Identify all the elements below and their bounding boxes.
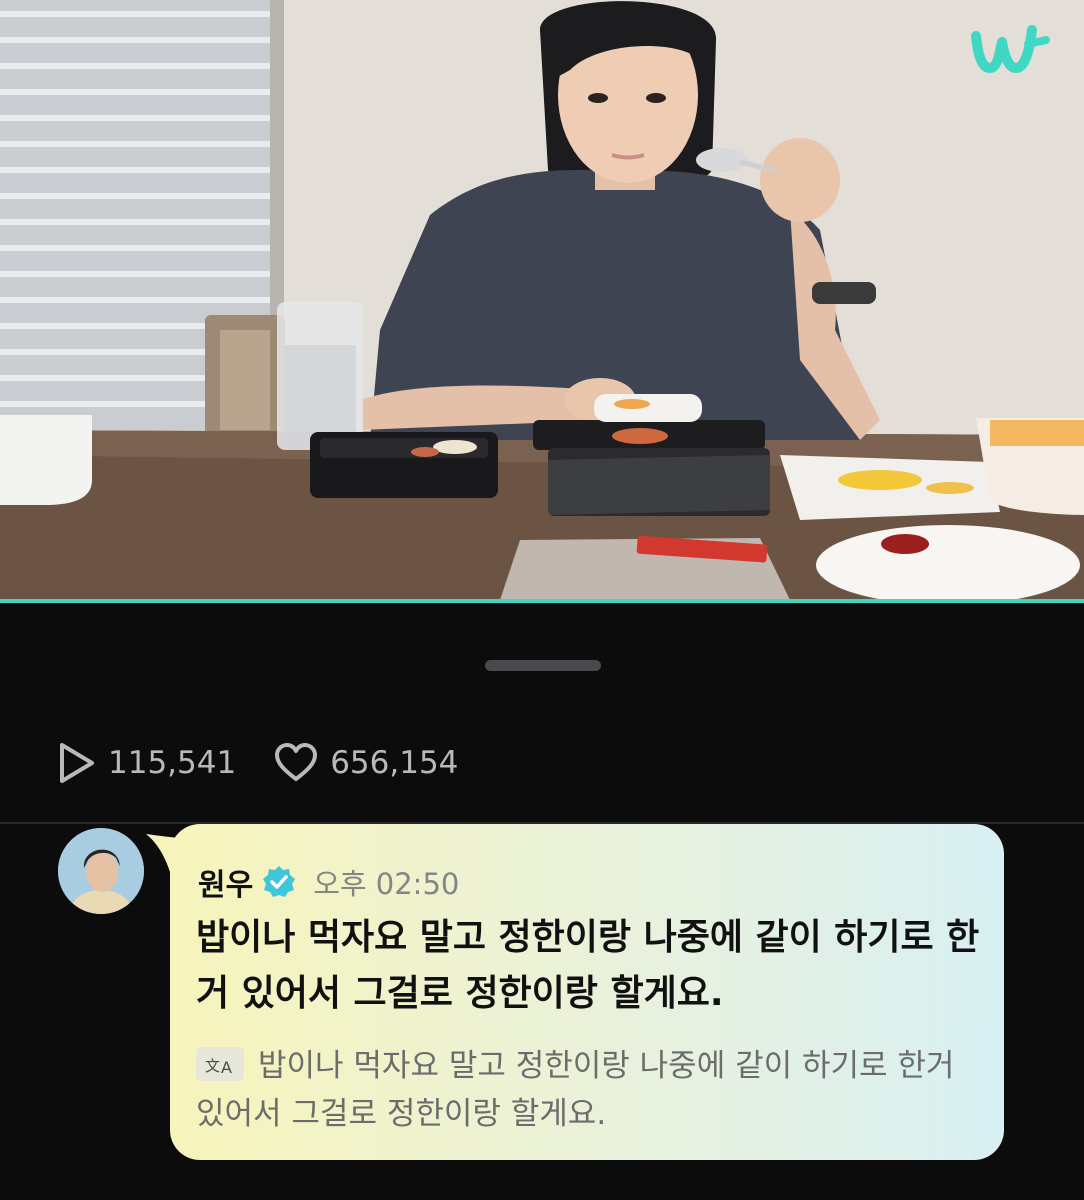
like-count[interactable]: 656,154 [274,743,458,783]
video-progress-bar[interactable] [0,599,1084,603]
play-icon [60,743,94,783]
like-count-value: 656,154 [330,745,459,781]
comment-meta: 원우 오후 02:50 [198,860,460,904]
play-count: 115,541 [56,741,236,785]
translation-text: 밥이나 먹자요 말고 정한이랑 나중에 같이 하기로 한거 있어서 그걸로 정한… [196,1048,955,1132]
verified-badge-icon [263,866,296,897]
comment-time: 오후 02:50 [313,867,460,901]
comment-translation[interactable]: 文 A 밥이나 먹자요 말고 정한이랑 나중에 같이 하기로 한거 있어서 그걸로 … [196,1042,986,1138]
video-frame [0,0,1084,603]
video-progress-fill [0,599,1084,603]
sheet-drag-handle[interactable] [485,660,601,671]
live-video-player[interactable] [0,0,1084,603]
avatar[interactable] [58,828,144,914]
bubble-tail [146,834,184,872]
comment-bubble: 원우 오후 02:50 밥이나 먹자요 말고 정한이랑 나중에 같이 하기로 한… [146,824,1004,1160]
comment-author[interactable]: 원우 [198,860,253,904]
comments-sheet: 115,541 656,154 원우 오후 02:50 밥이나 먹자요 말고 정… [0,606,1084,1200]
svg-text:文: 文 [205,1057,220,1075]
comment-message: 밥이나 먹자요 말고 정한이랑 나중에 같이 하기로 한거 있어서 그걸로 정한… [196,917,980,1014]
translate-icon[interactable]: 文A [196,1047,244,1081]
video-stats: 115,541 656,154 [56,738,496,788]
heart-icon[interactable] [274,743,318,783]
svg-text:A: A [221,1058,232,1077]
weverse-logo-icon [968,22,1052,82]
play-count-value: 115,541 [108,745,237,781]
